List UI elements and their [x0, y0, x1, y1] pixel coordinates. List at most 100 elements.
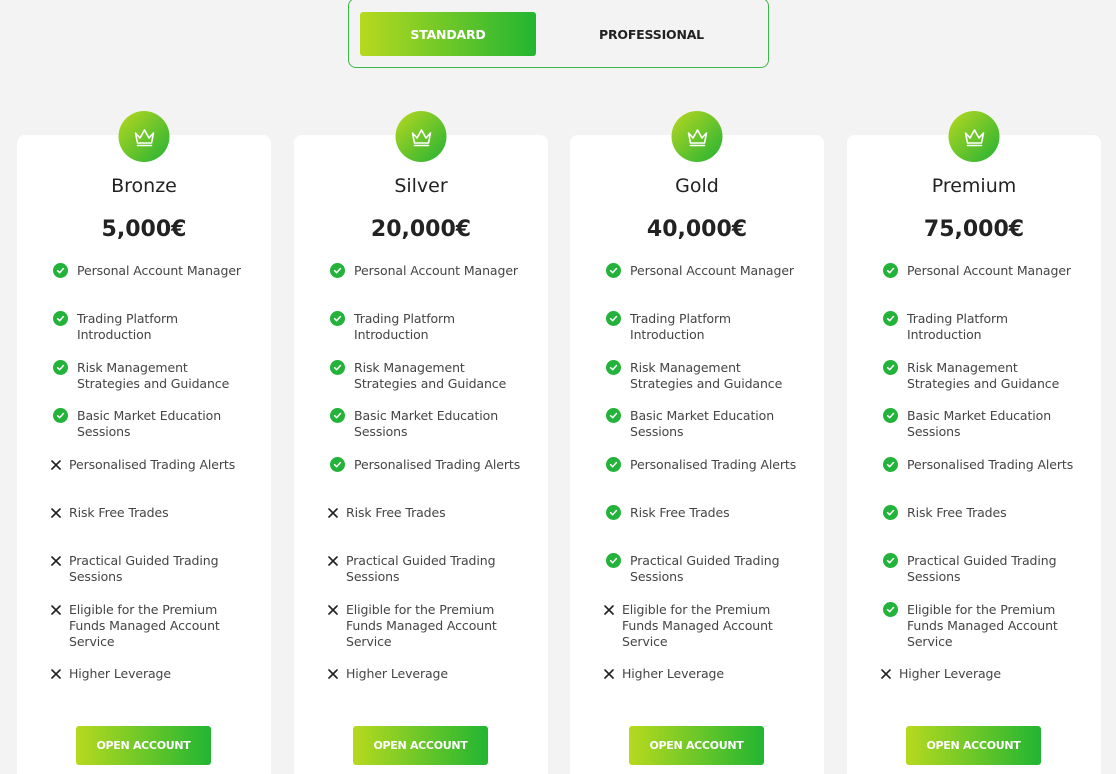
- plan-card-silver: Silver 20,000€ Personal Account Manager Tra…: [294, 111, 548, 774]
- feature-item: Higher Leverage: [880, 666, 1080, 682]
- feature-label: Basic Market Education Sessions: [354, 408, 499, 439]
- check-circle-icon: [606, 360, 621, 375]
- check-circle-icon: [883, 602, 898, 617]
- check-circle-icon: [606, 311, 621, 326]
- x-icon: [327, 666, 339, 681]
- feature-item: Basic Market Education Sessions: [883, 408, 1083, 440]
- feature-label: Risk Management Strategies and Guidance: [630, 360, 783, 391]
- check-circle-icon: [883, 553, 898, 568]
- x-icon: [327, 505, 339, 520]
- feature-label: Personalised Trading Alerts: [630, 457, 797, 472]
- feature-label: Higher Leverage: [69, 666, 171, 681]
- check-circle-icon: [53, 360, 68, 375]
- check-circle-icon: [53, 263, 68, 278]
- feature-label: Practical Guided Trading Sessions: [69, 553, 219, 584]
- account-type-toggle: STANDARD PROFESSIONAL: [348, 0, 769, 68]
- feature-label: Risk Free Trades: [907, 505, 1007, 520]
- feature-item: Trading Platform Introduction: [606, 311, 806, 343]
- feature-item: Practical Guided Trading Sessions: [50, 553, 250, 585]
- feature-item: Personal Account Manager: [883, 263, 1083, 279]
- check-circle-icon: [606, 408, 621, 423]
- feature-label: Basic Market Education Sessions: [77, 408, 222, 439]
- feature-label: Eligible for the Premium Funds Managed A…: [907, 602, 1058, 649]
- feature-item: Trading Platform Introduction: [883, 311, 1083, 343]
- x-icon: [50, 602, 62, 617]
- check-circle-icon: [883, 360, 898, 375]
- check-circle-icon: [883, 311, 898, 326]
- x-icon: [327, 553, 339, 568]
- check-circle-icon: [883, 263, 898, 278]
- x-icon: [50, 457, 62, 472]
- feature-label: Practical Guided Trading Sessions: [907, 553, 1057, 584]
- x-icon: [603, 602, 615, 617]
- feature-item: Eligible for the Premium Funds Managed A…: [327, 602, 527, 650]
- feature-item: Personalised Trading Alerts: [330, 457, 530, 473]
- feature-label: Higher Leverage: [622, 666, 724, 681]
- feature-item: Risk Free Trades: [50, 505, 250, 521]
- x-icon: [50, 553, 62, 568]
- plan-name: Silver: [394, 175, 448, 197]
- plan-card-premium: Premium 75,000€ Personal Account Manager Tr…: [847, 111, 1101, 774]
- check-circle-icon: [883, 457, 898, 472]
- feature-item: Personalised Trading Alerts: [883, 457, 1083, 473]
- feature-item: Higher Leverage: [327, 666, 527, 682]
- feature-label: Risk Management Strategies and Guidance: [907, 360, 1060, 391]
- professional-tab[interactable]: PROFESSIONAL: [559, 12, 744, 56]
- feature-item: Risk Free Trades: [606, 505, 806, 521]
- feature-label: Personalised Trading Alerts: [69, 457, 236, 472]
- plan-price: 75,000€: [923, 217, 1025, 242]
- feature-item: Eligible for the Premium Funds Managed A…: [883, 602, 1083, 650]
- feature-item: Risk Free Trades: [327, 505, 527, 521]
- feature-item: Practical Guided Trading Sessions: [606, 553, 806, 585]
- standard-tab[interactable]: STANDARD: [360, 12, 536, 56]
- open-account-button-premium[interactable]: OPEN ACCOUNT: [906, 726, 1041, 765]
- feature-label: Practical Guided Trading Sessions: [346, 553, 496, 584]
- check-circle-icon: [606, 505, 621, 520]
- plan-price: 5,000€: [101, 217, 187, 242]
- open-account-button-silver[interactable]: OPEN ACCOUNT: [353, 726, 488, 765]
- check-circle-icon: [330, 263, 345, 278]
- feature-item: Trading Platform Introduction: [53, 311, 253, 343]
- feature-item: Practical Guided Trading Sessions: [327, 553, 527, 585]
- plan-card-bronze: Bronze 5,000€ Personal Account Manager Trad…: [17, 111, 271, 774]
- feature-item: Risk Management Strategies and Guidance: [606, 360, 806, 392]
- check-circle-icon: [330, 457, 345, 472]
- open-account-button-gold[interactable]: OPEN ACCOUNT: [629, 726, 764, 765]
- feature-item: Basic Market Education Sessions: [330, 408, 530, 440]
- check-circle-icon: [330, 360, 345, 375]
- feature-item: Basic Market Education Sessions: [606, 408, 806, 440]
- check-circle-icon: [330, 311, 345, 326]
- feature-label: Risk Free Trades: [346, 505, 446, 520]
- x-icon: [603, 666, 615, 681]
- feature-label: Basic Market Education Sessions: [907, 408, 1052, 439]
- check-circle-icon: [606, 553, 621, 568]
- feature-label: Risk Management Strategies and Guidance: [354, 360, 507, 391]
- feature-item: Personal Account Manager: [330, 263, 530, 279]
- feature-item: Personalised Trading Alerts: [50, 457, 250, 473]
- feature-item: Eligible for the Premium Funds Managed A…: [603, 602, 803, 650]
- check-circle-icon: [606, 457, 621, 472]
- crown-icon: [118, 111, 170, 162]
- feature-label: Personal Account Manager: [354, 263, 518, 278]
- feature-label: Higher Leverage: [899, 666, 1001, 681]
- crown-icon: [395, 111, 447, 162]
- plan-price: 20,000€: [370, 217, 472, 242]
- feature-label: Trading Platform Introduction: [77, 311, 178, 342]
- check-circle-icon: [606, 263, 621, 278]
- feature-label: Practical Guided Trading Sessions: [630, 553, 780, 584]
- feature-label: Eligible for the Premium Funds Managed A…: [346, 602, 497, 649]
- feature-label: Higher Leverage: [346, 666, 448, 681]
- check-circle-icon: [53, 408, 68, 423]
- feature-item: Personalised Trading Alerts: [606, 457, 806, 473]
- open-account-button-bronze[interactable]: OPEN ACCOUNT: [76, 726, 211, 765]
- feature-item: Personal Account Manager: [53, 263, 253, 279]
- x-icon: [50, 505, 62, 520]
- plan-price: 40,000€: [646, 217, 748, 242]
- feature-label: Personalised Trading Alerts: [907, 457, 1074, 472]
- check-circle-icon: [883, 505, 898, 520]
- feature-label: Personal Account Manager: [907, 263, 1071, 278]
- feature-label: Basic Market Education Sessions: [630, 408, 775, 439]
- feature-item: Risk Management Strategies and Guidance: [330, 360, 530, 392]
- feature-item: Risk Management Strategies and Guidance: [53, 360, 253, 392]
- feature-label: Risk Management Strategies and Guidance: [77, 360, 230, 391]
